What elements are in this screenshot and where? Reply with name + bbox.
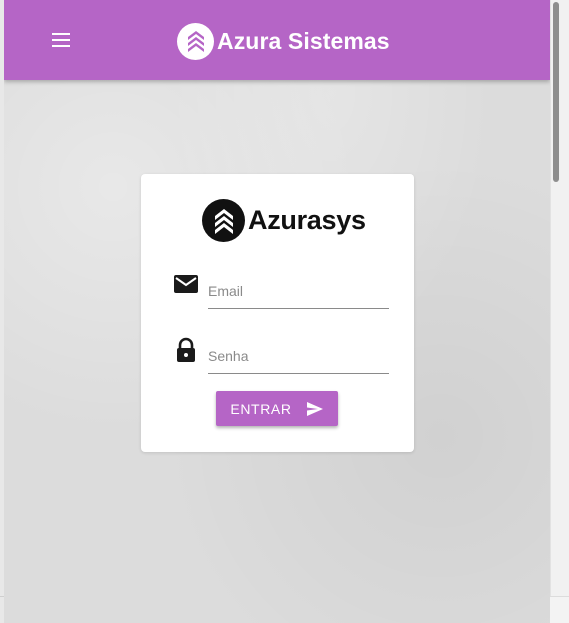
menu-button[interactable]: [48, 28, 74, 52]
send-icon: [306, 401, 323, 416]
email-field-group: [172, 267, 389, 309]
card-logo: Azurasys: [202, 199, 366, 242]
browser-window: Azura Sistemas Azurasys Email ENTRAR: [0, 0, 569, 623]
password-field-group: [172, 332, 389, 374]
login-button[interactable]: ENTRAR: [216, 391, 338, 426]
app-bar: Azura Sistemas: [4, 0, 550, 80]
email-field[interactable]: [208, 267, 389, 309]
vertical-scrollbar[interactable]: [550, 0, 569, 596]
scrollbar-corner: [550, 596, 569, 623]
login-card: Azurasys ENTRAR: [141, 174, 414, 452]
menu-icon: [52, 33, 70, 35]
password-field[interactable]: [208, 332, 389, 374]
page-viewport: Azura Sistemas Azurasys Email ENTRAR: [4, 0, 550, 623]
azura-logo-icon: [177, 22, 214, 60]
mail-icon: [174, 275, 198, 293]
app-title: Azura Sistemas: [217, 27, 390, 54]
brand[interactable]: Azura Sistemas: [177, 22, 390, 60]
card-logo-text: Azurasys: [248, 205, 366, 235]
login-button-label: ENTRAR: [230, 400, 292, 417]
scrollbar-thumb[interactable]: [553, 2, 559, 182]
lock-icon: [177, 337, 195, 362]
azurasys-logo-icon: [202, 199, 245, 242]
divider: [0, 596, 4, 597]
